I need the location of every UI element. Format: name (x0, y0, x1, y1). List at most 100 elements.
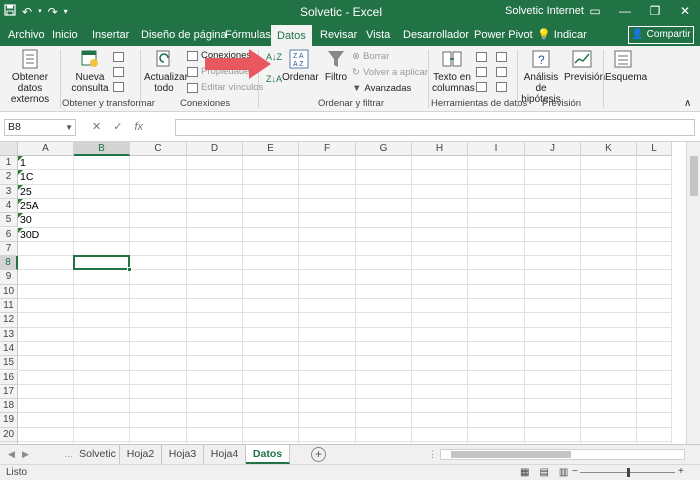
column-header-d[interactable]: D (187, 142, 243, 156)
sheet-tab-solvetic[interactable]: Solvetic (76, 445, 120, 464)
zoom-in-icon[interactable]: + (678, 466, 684, 477)
row-header-3[interactable]: 3 (0, 184, 18, 199)
tab-inicio[interactable]: Inicio (46, 24, 84, 46)
horizontal-scroll-thumb[interactable] (451, 451, 571, 458)
row-header-18[interactable]: 18 (0, 399, 18, 414)
from-table-icon[interactable] (113, 67, 124, 77)
restore-icon[interactable]: ❐ (640, 0, 670, 24)
edit-links-button[interactable]: Editar vínculos (187, 82, 263, 93)
row-header-19[interactable]: 19 (0, 413, 18, 428)
page-break-view-icon[interactable]: ▥ (559, 467, 568, 478)
column-header-k[interactable]: K (581, 142, 637, 156)
forecast-sheet-button[interactable]: Previsión (564, 48, 605, 83)
undo-icon[interactable]: ↶ (22, 3, 32, 21)
cell-a5[interactable]: 30 (18, 213, 74, 227)
row-header-20[interactable]: 20 (0, 427, 18, 442)
flash-fill-icon[interactable] (476, 52, 487, 62)
row-header-4[interactable]: 4 (0, 198, 18, 214)
row-header-7[interactable]: 7 (0, 241, 18, 257)
zoom-slider-thumb[interactable] (627, 468, 630, 477)
user-name[interactable]: Solvetic Internet (505, 5, 584, 17)
data-validation-icon[interactable] (476, 82, 487, 92)
row-header-17[interactable]: 17 (0, 384, 18, 400)
horizontal-scrollbar[interactable] (440, 449, 685, 460)
text-to-columns-button[interactable]: Texto en columnas (432, 48, 475, 94)
sheet-tab-hoja2[interactable]: Hoja2 (120, 445, 162, 464)
column-header-g[interactable]: G (356, 142, 412, 156)
tab-formulas[interactable]: Fórmulas (219, 24, 277, 46)
sheet-tab-hoja4[interactable]: Hoja4 (204, 445, 246, 464)
insert-function-icon[interactable]: fx (134, 119, 143, 136)
save-icon[interactable] (4, 3, 16, 21)
name-box-dropdown-icon[interactable]: ▼ (65, 120, 73, 135)
row-header-16[interactable]: 16 (0, 370, 18, 385)
worksheet-grid[interactable]: A B C D E F G H I J K L 1 2 3 4 5 6 7 8 9 10 11 12 13 14 15 16 17 18 1… (0, 142, 700, 444)
cancel-icon[interactable]: ✕ (92, 119, 101, 136)
zoom-out-icon[interactable]: − (572, 466, 578, 477)
customize-qat-icon[interactable]: ▾ (64, 3, 68, 21)
manage-data-model-icon[interactable] (496, 82, 507, 92)
column-header-b[interactable]: B (74, 142, 130, 156)
vertical-scroll-thumb[interactable] (690, 156, 698, 196)
outline-button[interactable]: Esquema (605, 48, 647, 83)
error-indicator-icon[interactable] (18, 213, 23, 219)
clear-filter-button[interactable]: ⊗ Borrar (352, 51, 389, 62)
ribbon-display-options-icon[interactable]: ▭ (580, 0, 610, 24)
error-indicator-icon[interactable] (18, 184, 23, 190)
column-header-a[interactable]: A (18, 142, 74, 156)
fill-handle[interactable] (127, 267, 132, 273)
row-header-2[interactable]: 2 (0, 170, 18, 185)
collapse-ribbon-icon[interactable]: ∧ (684, 98, 691, 109)
tab-archivo[interactable]: Archivo (2, 24, 51, 46)
error-indicator-icon[interactable] (18, 170, 23, 176)
tab-vista[interactable]: Vista (360, 24, 396, 46)
column-header-e[interactable]: E (243, 142, 299, 156)
vertical-scrollbar[interactable] (686, 142, 700, 444)
sheet-tab-hoja3[interactable]: Hoja3 (162, 445, 204, 464)
cell-a1[interactable]: 1 (18, 156, 74, 170)
relationships-icon[interactable] (496, 67, 507, 77)
get-external-data-button[interactable]: Obtener datos externos (2, 48, 58, 105)
cell-a3[interactable]: 25 (18, 185, 74, 199)
minimize-icon[interactable]: — (610, 0, 640, 24)
new-query-button[interactable]: Nueva consulta (70, 48, 110, 94)
tab-diseno-pagina[interactable]: Diseño de página (135, 24, 233, 46)
show-queries-icon[interactable] (113, 52, 124, 62)
row-header-1[interactable]: 1 (0, 156, 18, 171)
normal-view-icon[interactable]: ▦ (520, 467, 529, 478)
row-header-6[interactable]: 6 (0, 227, 18, 242)
refresh-all-button[interactable]: Actualizar todo (144, 48, 188, 94)
reapply-button[interactable]: ↻ Volver a aplicar (352, 67, 428, 78)
row-header-10[interactable]: 10 (0, 284, 18, 299)
consolidate-icon[interactable] (496, 52, 507, 62)
page-layout-view-icon[interactable]: ▤ (539, 467, 548, 478)
column-header-f[interactable]: F (299, 142, 356, 156)
select-all-corner[interactable] (0, 142, 18, 156)
tab-desarrollador[interactable]: Desarrollador (397, 24, 475, 46)
sort-button[interactable]: Z AA Z Ordenar (282, 48, 319, 83)
row-header-8[interactable]: 8 (0, 256, 18, 271)
row-header-14[interactable]: 14 (0, 341, 18, 357)
tab-power-pivot[interactable]: Power Pivot (468, 24, 539, 46)
error-indicator-icon[interactable] (18, 156, 23, 161)
column-header-l[interactable]: L (637, 142, 672, 156)
tell-me-box[interactable]: 💡 Indicar (537, 24, 587, 46)
cell-a6[interactable]: 30D (18, 228, 74, 242)
row-header-15[interactable]: 15 (0, 356, 18, 371)
recent-sources-icon[interactable] (113, 82, 124, 92)
filter-button[interactable]: Filtro (322, 48, 350, 83)
enter-icon[interactable]: ✓ (113, 119, 122, 136)
column-header-c[interactable]: C (130, 142, 187, 156)
redo-icon[interactable]: ↷ (48, 3, 58, 21)
cell-a2[interactable]: 1C (18, 170, 74, 184)
formula-input[interactable] (175, 119, 695, 136)
row-header-11[interactable]: 11 (0, 299, 18, 314)
row-header-5[interactable]: 5 (0, 213, 18, 228)
undo-dropdown-icon[interactable]: ▾ (38, 3, 42, 21)
cell-a4[interactable]: 25A (18, 199, 74, 213)
error-indicator-icon[interactable] (18, 198, 23, 204)
more-sheets-icon[interactable]: … (64, 445, 73, 464)
row-header-12[interactable]: 12 (0, 313, 18, 328)
remove-duplicates-icon[interactable] (476, 67, 487, 77)
prev-sheet-icon[interactable]: ◀ (8, 445, 15, 464)
